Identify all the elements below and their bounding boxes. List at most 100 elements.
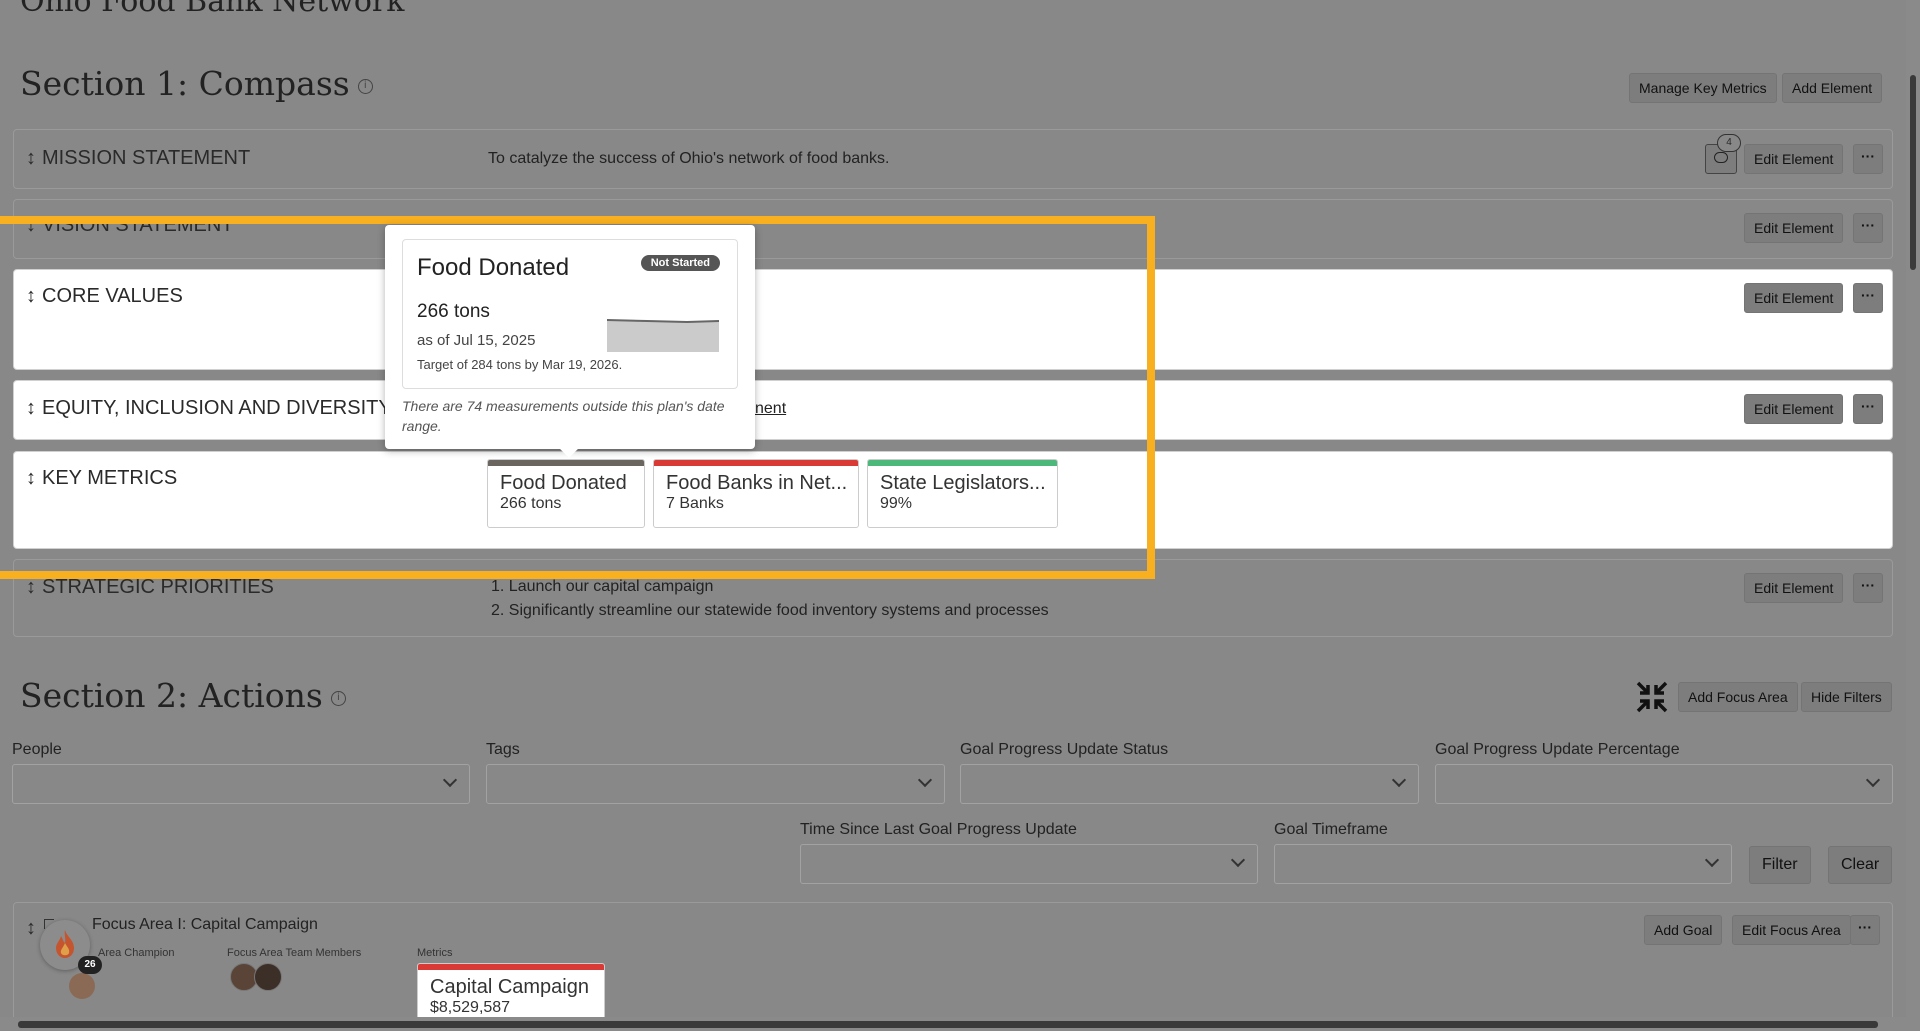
chevron-down-icon xyxy=(1704,852,1720,868)
metric-tooltip: Food Donated Not Started 266 tons as of … xyxy=(385,225,755,458)
core-values-title[interactable]: ↕ CORE VALUES xyxy=(26,285,183,308)
manage-key-metrics-button[interactable]: Manage Key Metrics xyxy=(1629,73,1777,103)
metric-value: $8,529,587 xyxy=(430,999,511,1016)
drag-handle-icon[interactable]: ↕ xyxy=(26,147,36,169)
edit-element-button[interactable]: Edit Element xyxy=(1744,144,1844,174)
core-values-title-text: CORE VALUES xyxy=(42,285,183,307)
more-options-button[interactable]: ··· xyxy=(1853,394,1883,424)
champion-label: Area Champion xyxy=(98,947,175,959)
info-icon[interactable]: i xyxy=(357,78,373,94)
more-options-button[interactable]: ··· xyxy=(1850,915,1880,945)
chevron-down-icon xyxy=(442,772,458,788)
hide-filters-button[interactable]: Hide Filters xyxy=(1801,682,1892,712)
metric-card-food-donated[interactable]: Food Donated 266 tons xyxy=(487,459,645,528)
equity-link[interactable]: nent xyxy=(755,400,786,418)
status-badge: Not Started xyxy=(640,255,720,271)
equity-title[interactable]: ↕ EQUITY, INCLUSION AND DIVERSITY xyxy=(26,397,392,420)
percentage-select[interactable] xyxy=(1435,764,1893,804)
metric-title: Food Banks in Net... xyxy=(666,472,848,494)
equity-title-text: EQUITY, INCLUSION AND DIVERSITY xyxy=(42,397,392,419)
info-icon[interactable]: i xyxy=(330,690,346,706)
metric-card-capital-campaign[interactable]: Capital Campaign $8,529,587 xyxy=(417,963,605,1025)
metric-card-state-legislators[interactable]: State Legislators... 99% xyxy=(867,459,1058,528)
tags-select[interactable] xyxy=(486,764,945,804)
metric-value: 266 tons xyxy=(500,495,562,512)
drag-handle-icon[interactable]: ↕ xyxy=(26,467,36,489)
drag-handle-icon[interactable]: ↕ xyxy=(26,214,36,236)
edit-element-button[interactable]: Edit Element xyxy=(1744,394,1844,424)
chevron-down-icon xyxy=(917,772,933,788)
chevron-down-icon xyxy=(1230,852,1246,868)
tooltip-title: Food Donated xyxy=(417,254,570,281)
mission-title-text: MISSION STATEMENT xyxy=(42,147,251,169)
metric-value: 99% xyxy=(880,495,913,512)
section2-title-text: Section 2: Actions xyxy=(20,676,323,715)
timeframe-filter-label: Goal Timeframe xyxy=(1274,821,1388,838)
metric-tooltip-card: Food Donated Not Started 266 tons as of … xyxy=(402,239,738,389)
scrollbar-thumb[interactable] xyxy=(18,1021,1878,1028)
priority-item: 2. Significantly streamline our statewid… xyxy=(491,602,1049,619)
time-since-filter-label: Time Since Last Goal Progress Update xyxy=(800,821,1077,838)
vision-title-text: VISION STATEMENT xyxy=(42,214,234,236)
tooltip-note: There are 74 measurements outside this p… xyxy=(402,398,725,434)
edit-element-button[interactable]: Edit Element xyxy=(1744,213,1844,243)
drag-handle-icon[interactable]: ↕ xyxy=(26,397,36,419)
time-since-select[interactable] xyxy=(800,844,1258,884)
status-filter-label: Goal Progress Update Status xyxy=(960,741,1169,758)
horizontal-scrollbar[interactable] xyxy=(0,1017,1920,1031)
key-metrics-title-text: KEY METRICS xyxy=(42,467,178,489)
section1-title-text: Section 1: Compass xyxy=(20,64,350,103)
edit-focus-area-button[interactable]: Edit Focus Area xyxy=(1732,915,1851,945)
tooltip-target: Target of 284 tons by Mar 19, 2026. xyxy=(417,357,623,372)
core-values-element: ↕ CORE VALUES Edit Element ··· xyxy=(13,269,1893,370)
priority-item: 1. Launch our capital campaign xyxy=(491,578,714,595)
strategic-title-text: STRATEGIC PRIORITIES xyxy=(42,576,274,598)
strategic-priorities-element: ↕ STRATEGIC PRIORITIES 1. Launch our capi… xyxy=(13,559,1893,637)
mission-title[interactable]: ↕ MISSION STATEMENT xyxy=(26,147,250,170)
comment-icon[interactable]: 4 xyxy=(1705,134,1741,174)
vertical-scrollbar[interactable] xyxy=(1906,0,1920,1031)
org-title: Ohio Food Bank Network xyxy=(20,0,405,19)
more-options-button[interactable]: ··· xyxy=(1853,144,1883,174)
metrics-label: Metrics xyxy=(417,947,453,959)
metric-title: State Legislators... xyxy=(880,472,1046,494)
drag-handle-icon[interactable]: ↕ xyxy=(26,917,36,940)
mission-text: To catalyze the success of Ohio's networ… xyxy=(488,150,890,167)
drag-handle-icon[interactable]: ↕ xyxy=(26,285,36,307)
more-options-button[interactable]: ··· xyxy=(1853,573,1883,603)
add-goal-button[interactable]: Add Goal xyxy=(1644,915,1723,945)
percentage-filter-label: Goal Progress Update Percentage xyxy=(1435,741,1680,758)
add-element-button[interactable]: Add Element xyxy=(1782,73,1883,103)
avatar[interactable] xyxy=(69,973,95,999)
focus-area-card: ↕ Focus Area I: Capital Campaign Area Ch… xyxy=(13,902,1893,1031)
key-metrics-title[interactable]: ↕ KEY METRICS xyxy=(26,467,177,490)
clear-button[interactable]: Clear xyxy=(1828,846,1893,884)
vision-title[interactable]: ↕ VISION STATEMENT xyxy=(26,214,234,237)
drag-handle-icon[interactable]: ↕ xyxy=(26,576,36,598)
add-focus-area-button[interactable]: Add Focus Area xyxy=(1678,682,1798,712)
more-options-button[interactable]: ··· xyxy=(1853,283,1883,313)
edit-element-button[interactable]: Edit Element xyxy=(1744,283,1844,313)
avatar[interactable] xyxy=(254,963,282,991)
people-select[interactable] xyxy=(12,764,470,804)
focus-area-title: Focus Area I: Capital Campaign xyxy=(92,916,318,933)
section2-title: Section 2: Actions i xyxy=(20,676,346,715)
chevron-down-icon xyxy=(1865,772,1881,788)
metric-card-food-banks[interactable]: Food Banks in Net... 7 Banks xyxy=(653,459,859,528)
tooltip-value: 266 tons xyxy=(417,301,490,322)
strategic-title[interactable]: ↕ STRATEGIC PRIORITIES xyxy=(26,576,274,599)
section1-title: Section 1: Compass i xyxy=(20,64,373,103)
mission-statement-element: ↕ MISSION STATEMENT To catalyze the succe… xyxy=(13,129,1893,189)
metric-value: 7 Banks xyxy=(666,495,724,512)
scrollbar-thumb[interactable] xyxy=(1910,75,1916,270)
metric-title: Capital Campaign xyxy=(430,976,589,998)
timeframe-select[interactable] xyxy=(1274,844,1732,884)
streak-widget[interactable]: 26 xyxy=(40,920,102,974)
more-options-button[interactable]: ··· xyxy=(1853,213,1883,243)
collapse-icon[interactable] xyxy=(1636,681,1668,713)
status-select[interactable] xyxy=(960,764,1419,804)
edit-element-button[interactable]: Edit Element xyxy=(1744,573,1844,603)
team-label: Focus Area Team Members xyxy=(227,947,362,959)
filter-button[interactable]: Filter xyxy=(1749,846,1811,884)
tooltip-as-of: as of Jul 15, 2025 xyxy=(417,332,536,349)
